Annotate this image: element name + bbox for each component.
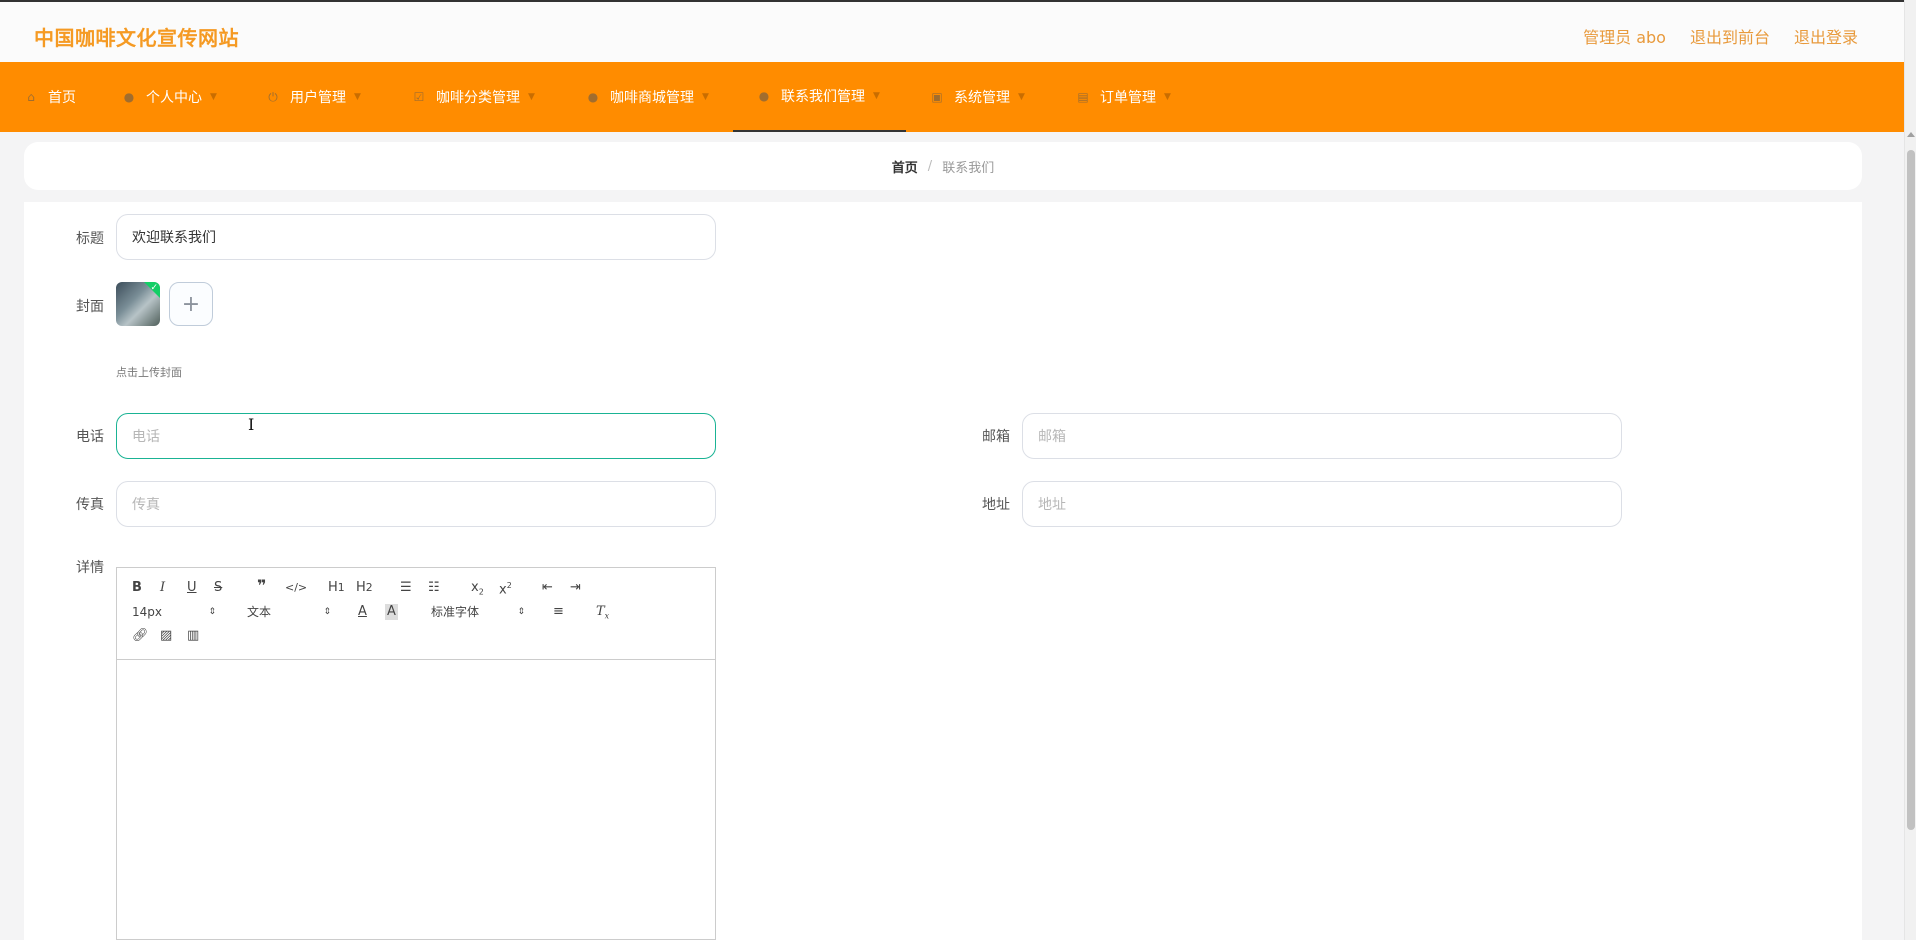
heading-1-icon[interactable]: H1: [328, 580, 345, 596]
logout-link[interactable]: 退出登录: [1794, 24, 1858, 48]
nav-item-label: 系统管理: [954, 90, 1010, 106]
nav-item-label: 个人中心: [146, 90, 202, 106]
detail-label: 详情: [76, 560, 104, 576]
chevron-down-icon: ▼: [702, 92, 709, 102]
bold-icon[interactable]: B: [132, 580, 142, 596]
chevron-down-icon: ▼: [873, 91, 880, 101]
cover-hint: 点击上传封面: [116, 366, 182, 379]
cover-upload-button[interactable]: +: [169, 282, 213, 326]
cart-icon: ▣: [931, 90, 943, 104]
main-nav: ⌂ 首页 ● 个人中心 ▼ ⏻ 用户管理 ▼ ☑ 咖啡分类管理 ▼ ● 咖啡商城…: [0, 62, 1904, 132]
select-arrows-icon: ⇕: [208, 607, 216, 617]
code-block-icon[interactable]: </>: [285, 580, 307, 596]
title-input[interactable]: 欢迎联系我们: [116, 214, 716, 260]
blockquote-icon[interactable]: ❞: [257, 578, 266, 594]
font-color-icon[interactable]: A: [358, 604, 367, 620]
chevron-down-icon: ▼: [528, 92, 535, 102]
user-icon: ●: [123, 90, 135, 104]
address-input[interactable]: 地址: [1022, 481, 1622, 527]
email-label: 邮箱: [982, 429, 1010, 445]
indent-icon[interactable]: ⇥: [570, 580, 581, 596]
nav-item-user-management[interactable]: ⏻ 用户管理 ▼: [266, 62, 361, 132]
top-links: 管理员 abo 退出到前台 退出登录: [1583, 24, 1858, 48]
power-icon: ⏻: [268, 89, 278, 104]
shop-icon: ▤: [1077, 90, 1089, 104]
title-label: 标题: [76, 231, 104, 247]
phone-label: 电话: [76, 429, 104, 445]
chat-icon: ●: [758, 89, 770, 103]
email-input[interactable]: 邮箱: [1022, 413, 1622, 459]
format-value: 文本: [247, 605, 272, 619]
back-to-front-link[interactable]: 退出到前台: [1690, 24, 1770, 48]
select-arrows-icon: ⇕: [323, 607, 331, 617]
scroll-up-icon[interactable]: [1907, 132, 1915, 137]
site-title: 中国咖啡文化宣传网站: [34, 26, 239, 50]
chevron-down-icon: ▼: [1018, 92, 1025, 102]
address-label: 地址: [982, 497, 1010, 513]
editor-toolbar: B I U S ❞ </> H1 H2 ☰ ☷ x2 x2 ⇤ ⇥ 14px ⇕…: [117, 568, 715, 660]
chevron-down-icon: ▼: [1164, 92, 1171, 102]
checkbox-icon: ☑: [413, 90, 425, 104]
breadcrumb-separator: /: [927, 158, 933, 174]
font-family-value: 标准字体: [431, 605, 480, 619]
nav-item-label: 订单管理: [1100, 90, 1156, 106]
page-scrollbar[interactable]: [1904, 0, 1916, 940]
underline-icon[interactable]: U: [187, 580, 197, 596]
nav-item-order-management[interactable]: ▤ 订单管理 ▼: [1076, 62, 1171, 132]
nav-item-label: 咖啡商城管理: [610, 90, 694, 106]
heading-2-icon[interactable]: H2: [356, 580, 373, 596]
nav-item-home[interactable]: ⌂ 首页: [24, 62, 76, 132]
cover-label: 封面: [76, 299, 104, 315]
background-color-icon[interactable]: A: [385, 604, 398, 620]
cover-image[interactable]: ✓: [116, 282, 160, 326]
nav-item-shop-management[interactable]: ● 咖啡商城管理 ▼: [586, 62, 709, 132]
link-icon[interactable]: 🔗︎: [132, 628, 149, 644]
location-icon: ●: [587, 90, 599, 104]
home-icon: ⌂: [27, 90, 35, 104]
ordered-list-icon[interactable]: ☰: [400, 580, 412, 596]
font-family-select[interactable]: 标准字体 ⇕: [431, 604, 525, 620]
nav-item-category-management[interactable]: ☑ 咖啡分类管理 ▼: [412, 62, 535, 132]
strikethrough-icon[interactable]: S: [214, 580, 222, 596]
breadcrumb-home[interactable]: 首页: [892, 157, 918, 176]
font-size-select[interactable]: 14px ⇕: [132, 604, 216, 620]
format-select[interactable]: 文本 ⇕: [247, 604, 331, 620]
select-arrows-icon: ⇕: [517, 607, 525, 617]
fax-input[interactable]: 传真: [116, 481, 716, 527]
video-icon[interactable]: ▥: [187, 628, 199, 644]
scroll-thumb[interactable]: [1907, 150, 1915, 830]
phone-input[interactable]: 电话: [116, 413, 716, 459]
italic-icon[interactable]: I: [160, 580, 165, 596]
nav-item-label: 用户管理: [290, 90, 346, 106]
outdent-icon[interactable]: ⇤: [542, 580, 553, 596]
clear-format-icon[interactable]: Tx: [596, 604, 609, 625]
admin-user-link[interactable]: 管理员 abo: [1583, 24, 1666, 48]
text-cursor-icon: I: [248, 415, 255, 434]
rich-text-editor: B I U S ❞ </> H1 H2 ☰ ☷ x2 x2 ⇤ ⇥ 14px ⇕…: [116, 567, 716, 940]
top-header: 中国咖啡文化宣传网站 管理员 abo 退出到前台 退出登录: [0, 0, 1904, 62]
align-icon[interactable]: ≡: [553, 604, 564, 620]
nav-item-system-management[interactable]: ▣ 系统管理 ▼: [930, 62, 1025, 132]
breadcrumb-current: 联系我们: [942, 160, 995, 176]
breadcrumb: 首页 / 联系我们: [24, 142, 1862, 190]
check-icon: ✓: [144, 282, 160, 298]
bullet-list-icon[interactable]: ☷: [428, 580, 440, 596]
font-size-value: 14px: [132, 605, 162, 619]
subscript-icon[interactable]: x2: [471, 580, 484, 601]
nav-item-contact-management[interactable]: ● 联系我们管理 ▼: [733, 62, 906, 132]
nav-item-label: 首页: [48, 90, 76, 106]
nav-item-personal-center[interactable]: ● 个人中心 ▼: [122, 62, 217, 132]
nav-item-label: 咖啡分类管理: [436, 90, 520, 106]
nav-item-label: 联系我们管理: [781, 89, 865, 105]
fax-label: 传真: [76, 497, 104, 513]
chevron-down-icon: ▼: [354, 92, 361, 102]
image-icon[interactable]: ▨: [160, 628, 172, 644]
chevron-down-icon: ▼: [210, 92, 217, 102]
editor-content-area[interactable]: [117, 660, 715, 939]
superscript-icon[interactable]: x2: [499, 578, 512, 598]
contact-form: 标题 欢迎联系我们 封面 ✓ + 点击上传封面 电话 电话 I 邮箱 邮箱 传真…: [24, 202, 1862, 940]
